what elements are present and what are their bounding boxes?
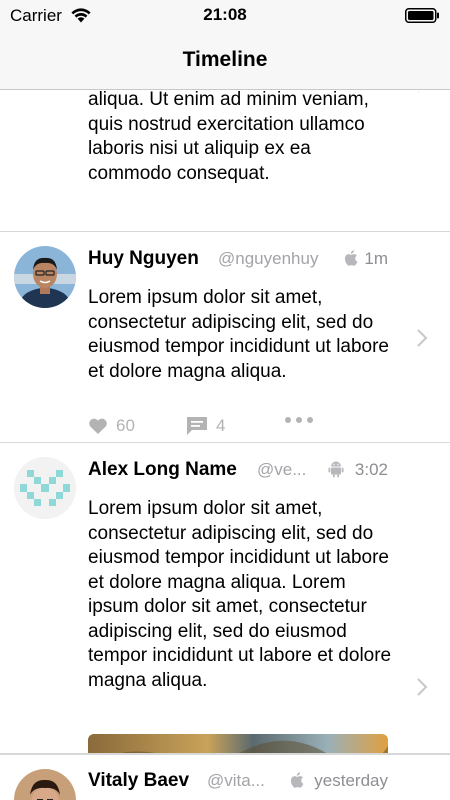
post-body: aliqua. Ut enim ad minim veniam, quis no… — [88, 91, 369, 184]
comment-icon — [187, 417, 207, 435]
author-handle: @ve... — [257, 460, 307, 479]
like-count: 60 — [116, 416, 135, 435]
heart-icon — [89, 418, 107, 434]
timeline-cell[interactable]: Vitaly Baev @vita... yesterday — [0, 754, 450, 800]
status-time: 21:08 — [203, 5, 247, 24]
author-handle: @vita... — [207, 771, 265, 790]
apple-icon — [344, 250, 358, 266]
chevron-right-icon — [417, 678, 428, 696]
comment-button[interactable]: 4 — [186, 416, 225, 436]
page-title: Timeline — [182, 48, 268, 71]
more-icon — [285, 417, 313, 423]
post-photo[interactable] — [88, 734, 388, 753]
avatar[interactable] — [14, 457, 76, 519]
status-bar: Carrier 21:08 — [0, 0, 450, 32]
battery-icon — [405, 8, 439, 23]
action-bar: 60 4 — [88, 416, 328, 440]
post-time: 3:02 — [354, 460, 388, 479]
more-button[interactable] — [284, 416, 322, 424]
android-icon — [328, 461, 344, 478]
avatar[interactable] — [14, 769, 76, 800]
navigation-bar: Timeline — [0, 32, 450, 90]
apple-icon — [290, 772, 304, 788]
timeline-cell[interactable]: aliqua. Ut enim ad minim veniam, quis no… — [0, 91, 450, 232]
author-name: Vitaly Baev — [88, 770, 190, 791]
timeline-cell[interactable]: Huy Nguyen @nguyenhuy 1m Lorem ipsum dol… — [0, 232, 450, 443]
chevron-right-icon — [417, 329, 428, 347]
author-name: Alex Long Name — [88, 459, 237, 480]
post-body: Lorem ipsum dolor sit amet, consectetur … — [88, 498, 392, 691]
post-body: Lorem ipsum dolor sit amet, consectetur … — [88, 287, 390, 382]
post-time: 1m — [364, 249, 388, 268]
timeline-cell[interactable]: Alex Long Name @ve... 3:02 Lorem ipsum d… — [0, 443, 450, 754]
comment-count: 4 — [216, 416, 226, 435]
chevron-right-icon — [418, 91, 420, 92]
timeline-feed[interactable]: aliqua. Ut enim ad minim veniam, quis no… — [0, 91, 450, 800]
author-handle: @nguyenhuy — [218, 249, 319, 268]
author-name: Huy Nguyen — [88, 248, 199, 269]
post-time: yesterday — [314, 771, 388, 790]
like-button[interactable]: 60 — [88, 416, 135, 436]
avatar[interactable] — [14, 246, 76, 308]
